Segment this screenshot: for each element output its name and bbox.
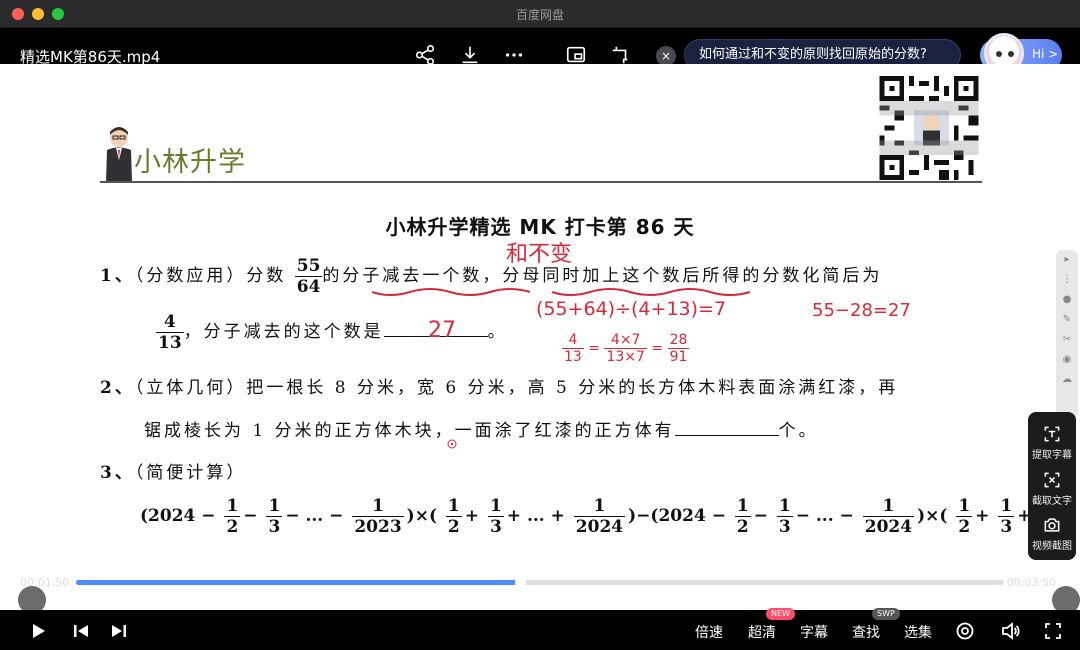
assistant-hi-label: Hi > xyxy=(1032,47,1059,61)
quality-button[interactable]: 超清 xyxy=(748,622,776,642)
annotation-toolbar: ▸ ⋮ ● ✎ ✂ ◉ ☁ xyxy=(1056,250,1078,418)
window-title: 百度网盘 xyxy=(515,8,564,22)
speed-button[interactable]: 倍速 xyxy=(695,622,723,642)
highlight-tool-icon[interactable]: ● xyxy=(1056,290,1078,310)
extract-subtitle-icon xyxy=(1044,426,1060,442)
question-1-text-c: ，分子减去的这个数是 xyxy=(183,322,384,342)
handwriting-fraction-work: 4 13 = 4×7 13×7 = 28 91 xyxy=(562,332,690,365)
total-time: 00:03:50 xyxy=(1006,576,1056,589)
fraction-4-13: 4 13 xyxy=(156,312,184,353)
handwriting-answer: 27 xyxy=(428,318,456,343)
qr-code xyxy=(879,76,979,180)
search-badge: SWP xyxy=(872,608,900,620)
progress-bar[interactable] xyxy=(76,577,1004,588)
fraction-55-64: 55 64 xyxy=(294,256,323,297)
fullscreen-icon[interactable] xyxy=(1043,621,1063,641)
next-icon[interactable] xyxy=(109,621,129,641)
scissors-tool-icon[interactable]: ✂ xyxy=(1056,330,1078,350)
brand-avatar xyxy=(106,127,132,182)
camera-icon xyxy=(1044,518,1060,532)
share-icon[interactable] xyxy=(414,44,436,66)
quality-new-badge: NEW xyxy=(766,608,795,620)
question-3-expression: (2024 − 1 2− 1 3− ... − 1 2023)×( 1 2 + 1 3 + .… xyxy=(140,496,1075,537)
picture-in-picture-icon[interactable] xyxy=(565,44,587,66)
episodes-button[interactable]: 选集 xyxy=(904,622,932,642)
extract-text-button[interactable]: 截取文字 xyxy=(1028,470,1076,507)
question-2-line-1: 2、（立体几何）把一根长 8 分米，宽 6 分米，高 5 分米的长方体木料表面涂… xyxy=(100,378,899,398)
progress-fill xyxy=(76,580,520,585)
extract-subtitle-button[interactable]: 提取字幕 xyxy=(1028,424,1076,461)
video-screenshot-button[interactable]: 视频截图 xyxy=(1028,515,1076,552)
subtitle-button[interactable]: 字幕 xyxy=(800,622,828,642)
download-icon[interactable] xyxy=(459,44,481,66)
select-tool-icon[interactable]: ⋮ xyxy=(1056,270,1078,290)
search-button[interactable]: 查找 xyxy=(852,622,880,642)
window-mode-icon[interactable] xyxy=(609,44,631,66)
side-tools-panel: 提取字幕 截取文字 视频截图 xyxy=(1028,412,1076,560)
question-1-text-a: （分数应用）分数 xyxy=(134,266,287,286)
question-2-line-2: 锯成棱长为 1 分米的正方体木块，一面涂了红漆的正方体有 个。 xyxy=(144,421,819,441)
current-time: 00:01:50 xyxy=(20,576,70,589)
handwriting-work-1: (55+64)÷(4+13)=7 xyxy=(536,298,727,320)
window-titlebar: 百度网盘 xyxy=(0,0,1080,28)
playback-controls: 倍速 超清 NEW 字幕 查找 SWP 选集 xyxy=(0,608,1080,650)
previous-icon[interactable] xyxy=(71,621,91,641)
more-icon[interactable] xyxy=(503,44,525,66)
question-1-number: 1、 xyxy=(100,266,135,286)
question-1-text-b: 的分子减去一个数，分母同时加上这个数后所得的分数化简后为 xyxy=(322,266,883,286)
question-2-answer-blank xyxy=(674,435,779,436)
extract-text-icon xyxy=(1044,472,1060,488)
cursor-crosshair-icon xyxy=(447,439,457,449)
pen-tool-icon[interactable]: ✎ xyxy=(1056,310,1078,330)
question-2-number: 2、 xyxy=(100,378,135,398)
handwriting-work-2: 55−28=27 xyxy=(812,300,911,321)
header-divider xyxy=(100,181,982,183)
volume-icon[interactable] xyxy=(1000,621,1020,641)
question-3-number: 3、 xyxy=(100,463,135,483)
close-ask-button[interactable]: × xyxy=(656,46,676,66)
brand-name: 小林升学 xyxy=(134,147,246,178)
progress-handle[interactable] xyxy=(514,577,526,588)
cloud-tool-icon[interactable]: ☁ xyxy=(1056,370,1078,390)
video-frame[interactable]: 小林升学 小林升学精选 MK 打卡第 86 天 和不变 1、（分数应用）分数 5… xyxy=(0,64,1080,616)
question-3-title: 3、（简便计算） xyxy=(100,463,247,483)
play-icon[interactable] xyxy=(28,621,48,641)
record-tool-icon[interactable]: ◉ xyxy=(1056,350,1078,370)
settings-icon[interactable] xyxy=(955,621,975,641)
pointer-tool-icon[interactable]: ▸ xyxy=(1056,250,1078,270)
